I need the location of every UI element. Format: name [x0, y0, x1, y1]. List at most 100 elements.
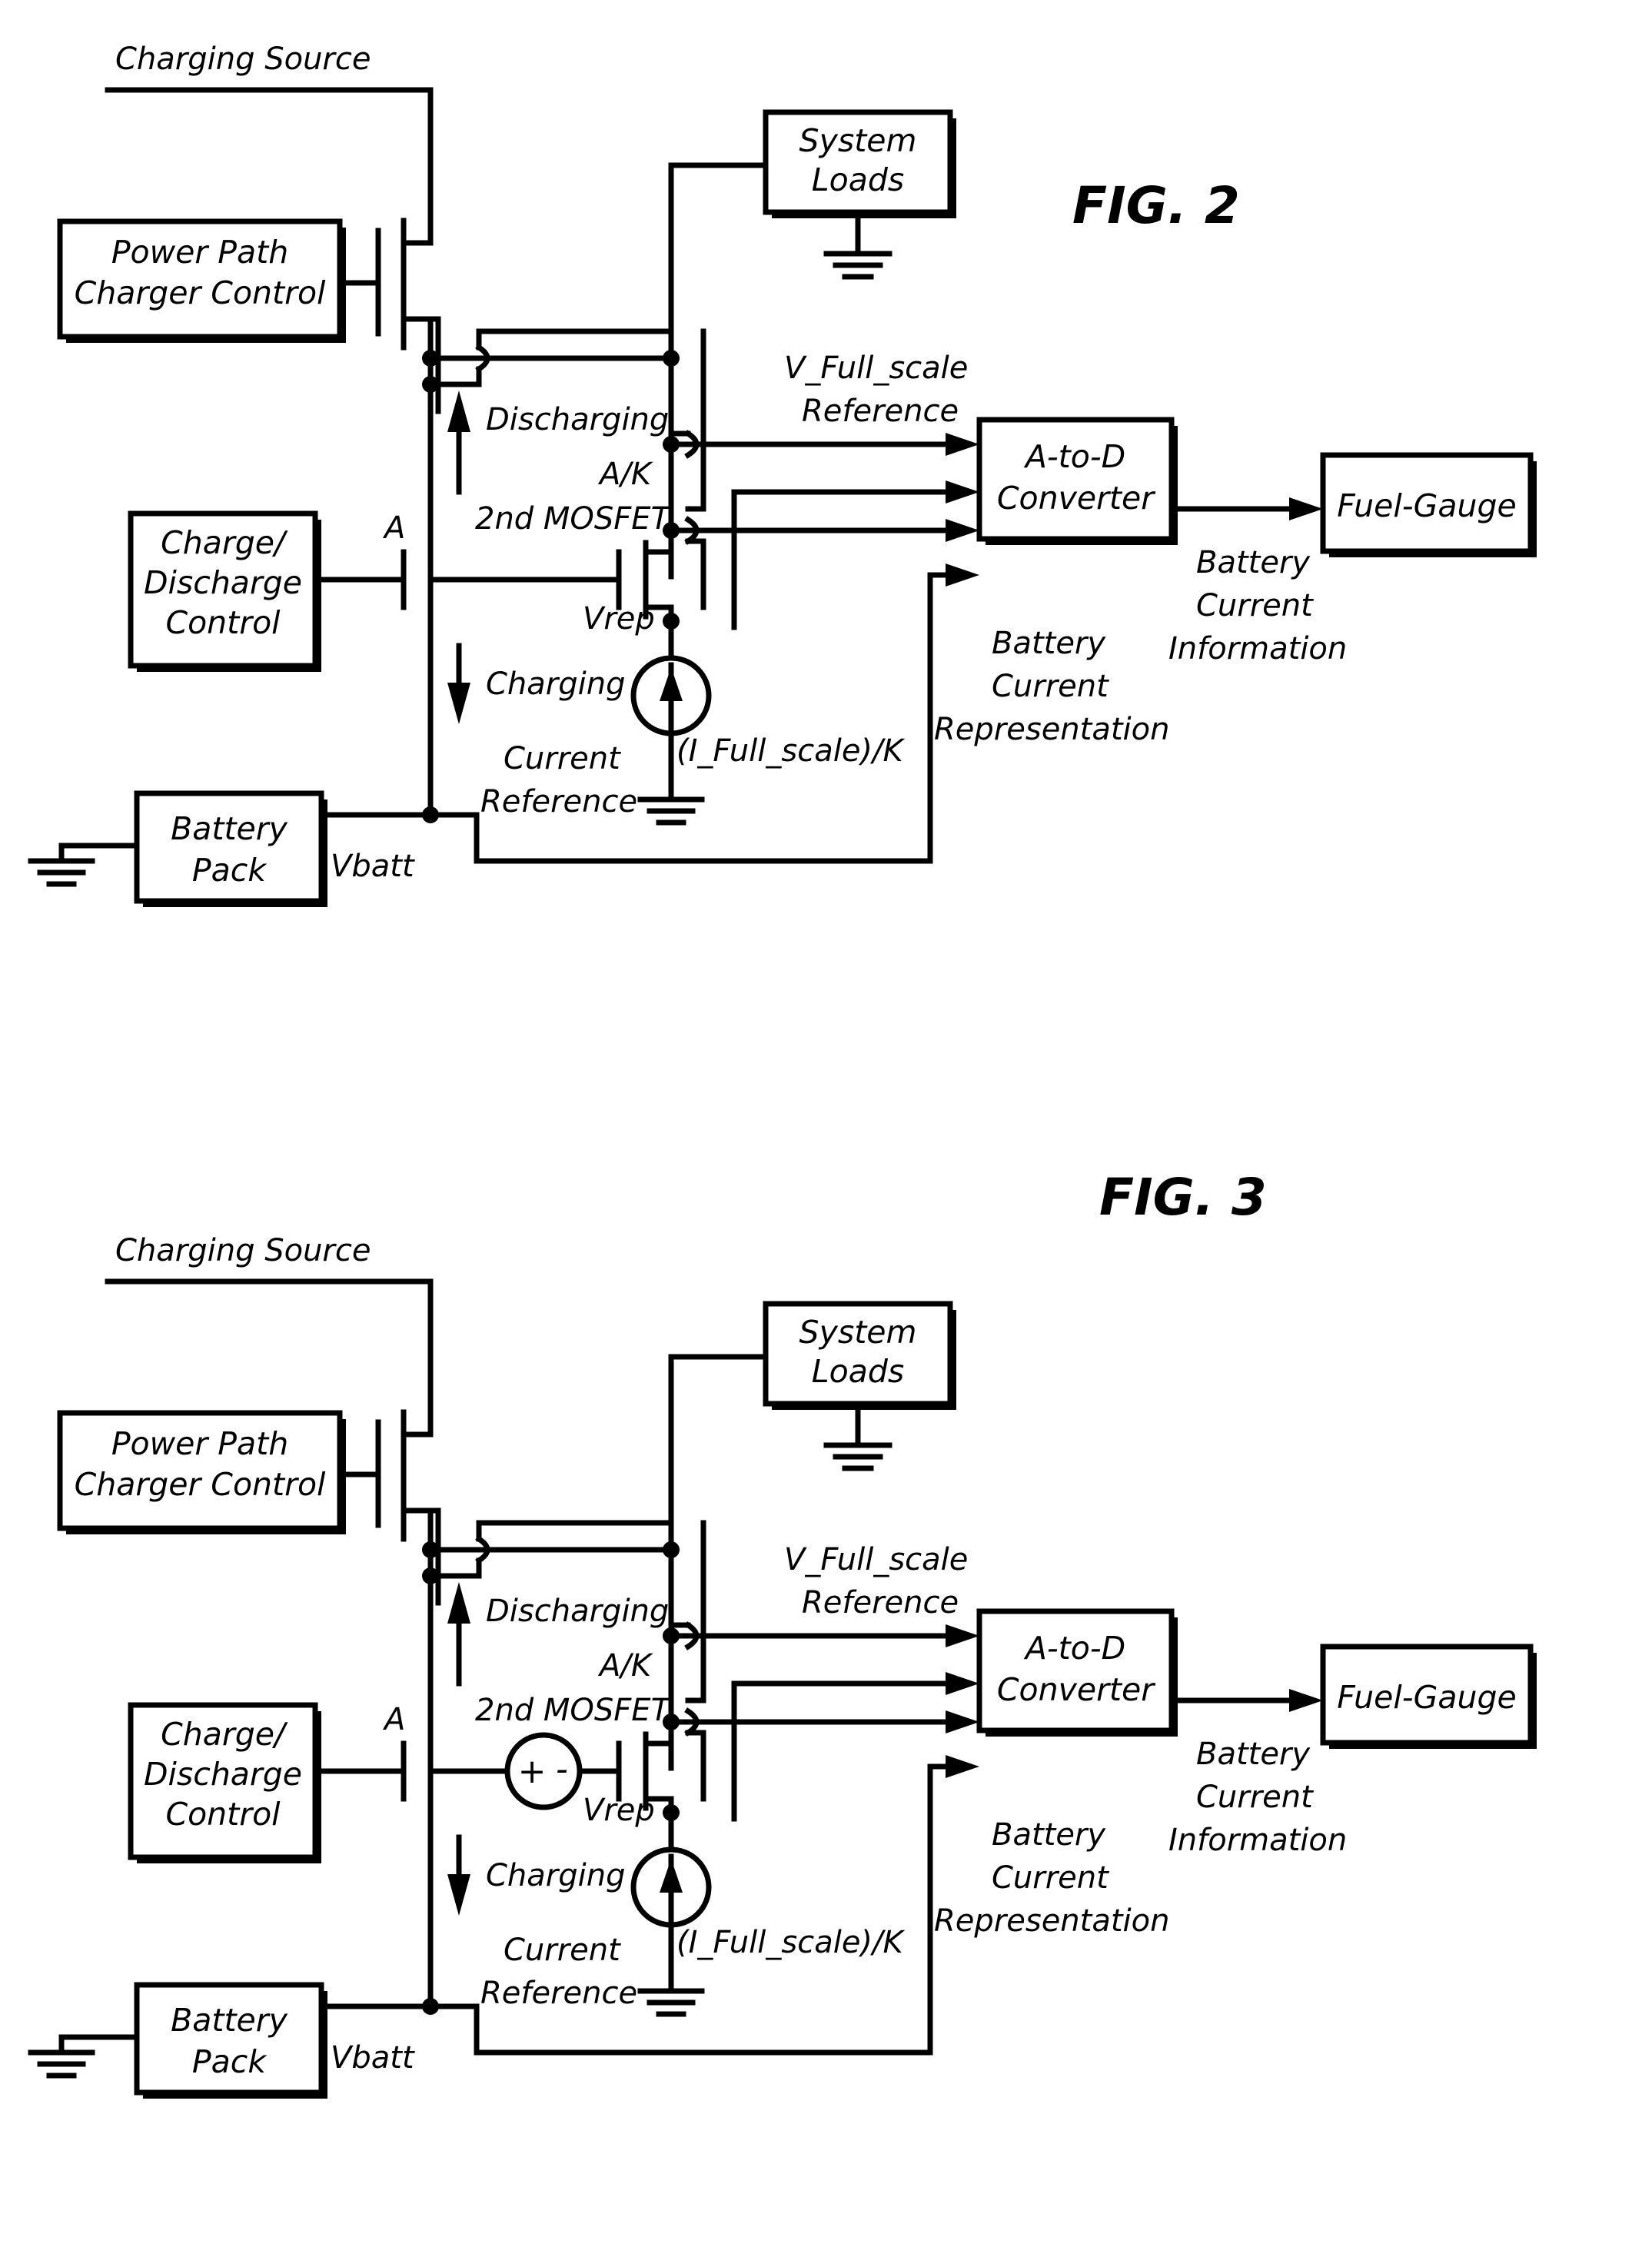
- battery-current-rep-line2: Current: [992, 669, 1109, 704]
- v-full-scale-line2-3: Reference: [802, 1585, 959, 1620]
- battery-pack-line2: Pack: [192, 852, 268, 889]
- fuel-gauge-label: Fuel-Gauge: [1337, 487, 1516, 524]
- figure-3-caption: FIG. 3: [1099, 1168, 1267, 1227]
- v-full-scale-line1-3: V_Full_scale: [784, 1542, 968, 1577]
- figure-2-schematic: Charging Source Power Path Charger Contr…: [28, 42, 1537, 907]
- charge-discharge-line1-3: Charge/: [161, 1716, 288, 1753]
- discharging-current-arrow-icon-3: [447, 1582, 470, 1687]
- node-a-label-3: A: [382, 1702, 405, 1737]
- battery-current-info-line2-3: Current: [1196, 1780, 1314, 1815]
- battery-pack-line1-3: Battery: [171, 2002, 288, 2039]
- current-reference-line1-3: Current: [504, 1933, 621, 1968]
- charge-discharge-line1: Charge/: [161, 524, 288, 561]
- charge-discharge-mosfet-symbol: [312, 540, 622, 620]
- charge-discharge-line2: Discharge: [144, 564, 302, 601]
- system-loads-line2-3: Loads: [812, 1353, 904, 1390]
- charge-discharge-line3-3: Control: [165, 1796, 281, 1833]
- battery-current-info-line1: Battery: [1196, 545, 1311, 580]
- charge-discharge-control-box: Charge/ Discharge Control: [128, 510, 321, 672]
- adc-to-fuel-gauge-wire-3: [1168, 1689, 1323, 1712]
- charge-discharge-line2-3: Discharge: [144, 1756, 302, 1793]
- power-path-charger-control-box-3: Power Path Charger Control: [57, 1410, 346, 1534]
- power-path-line1-3: Power Path: [111, 1425, 288, 1462]
- vbatt-label: Vbatt: [331, 849, 415, 884]
- charging-current-arrow-icon: [447, 643, 470, 724]
- battery-pack-box-3: Battery Pack: [134, 1982, 327, 2099]
- i-full-scale-k-label: (I_Full_scale)/K: [676, 733, 906, 769]
- system-loads-line1: System: [799, 122, 917, 159]
- voltage-source-plus: +: [518, 1752, 547, 1791]
- second-mosfet-label-3: 2nd MOSFET: [475, 1693, 673, 1728]
- upper-body-diode-hop-3: [422, 1520, 680, 1584]
- system-loads-ground-icon: [823, 209, 892, 280]
- adc-input-wire-2-3: [731, 1672, 979, 1822]
- adc-input-wire-3-3: [946, 1710, 979, 1733]
- adc-input-wire-3: [946, 519, 979, 542]
- charging-label-3: Charging: [486, 1858, 625, 1893]
- figure-3-panel: FIG. 3 Charging Source Power Path Charge…: [0, 1119, 1652, 2247]
- power-path-line2-3: Charger Control: [75, 1466, 326, 1503]
- battery-current-rep-line3: Representation: [934, 712, 1169, 747]
- v-full-scale-line1: V_Full_scale: [784, 351, 968, 386]
- battery-current-info-line3: Information: [1168, 631, 1347, 666]
- figure-2-caption: FIG. 2: [1072, 176, 1240, 235]
- adc-line2: Converter: [997, 480, 1155, 517]
- node-a-bottom-dot-3: [422, 1998, 439, 2015]
- discharging-current-arrow-icon: [447, 391, 470, 495]
- adc-input-wire-1: [663, 433, 979, 456]
- upper-body-diode-hop: [422, 328, 680, 393]
- battery-pack-line1: Battery: [171, 810, 288, 847]
- battery-current-rep-line1-3: Battery: [992, 1817, 1106, 1853]
- adc-input-wire-2: [731, 480, 979, 630]
- power-path-line1: Power Path: [111, 234, 288, 271]
- system-loads-box: System Loads: [763, 109, 956, 218]
- charge-discharge-line3: Control: [165, 604, 281, 641]
- adc-box-3: A-to-D Converter: [976, 1608, 1178, 1737]
- adc-input-wire-1-3: [663, 1621, 979, 1650]
- second-mosfet-label: 2nd MOSFET: [475, 501, 673, 537]
- vrep-label: Vrep: [583, 601, 655, 637]
- adc-line2-3: Converter: [997, 1671, 1155, 1708]
- charge-discharge-control-box-3: Charge/ Discharge Control: [128, 1702, 321, 1863]
- v-full-scale-line2: Reference: [802, 394, 959, 429]
- adc-to-fuel-gauge-wire: [1168, 497, 1323, 520]
- i-full-scale-k-label-3: (I_Full_scale)/K: [676, 1925, 906, 1960]
- battery-pack-line2-3: Pack: [192, 2043, 268, 2080]
- battery-current-info-line3-3: Information: [1168, 1823, 1347, 1858]
- fuel-gauge-label-3: Fuel-Gauge: [1337, 1679, 1516, 1716]
- charge-discharge-mosfet-symbol-3: [312, 1731, 510, 1811]
- node-a-bottom-dot: [422, 806, 439, 823]
- charging-label: Charging: [486, 666, 625, 702]
- system-loads-line1-3: System: [799, 1314, 917, 1351]
- battery-pack-ground-icon: [28, 843, 140, 887]
- adc-line1: A-to-D: [1023, 438, 1125, 475]
- battery-current-rep-line1: Battery: [992, 626, 1106, 661]
- discharging-label: Discharging: [486, 402, 669, 437]
- power-path-line2: Charger Control: [75, 274, 326, 311]
- battery-current-info-line2: Current: [1196, 588, 1314, 623]
- discharging-label-3: Discharging: [486, 1594, 669, 1629]
- system-loads-line2: Loads: [812, 161, 904, 198]
- vrep-label-3: Vrep: [583, 1793, 655, 1828]
- adc-line1-3: A-to-D: [1023, 1630, 1125, 1667]
- current-source-symbol: [630, 655, 712, 736]
- current-reference-line1: Current: [504, 741, 621, 776]
- adc-box: A-to-D Converter: [976, 417, 1178, 545]
- figure-2-panel: Charging Source Power Path Charger Contr…: [0, 0, 1652, 1076]
- fuel-gauge-box: Fuel-Gauge: [1320, 452, 1537, 557]
- power-path-charger-control-box: Power Path Charger Control: [57, 218, 346, 343]
- current-reference-line2-3: Reference: [480, 1976, 637, 2011]
- figure-3-schematic: FIG. 3 Charging Source Power Path Charge…: [28, 1168, 1537, 2099]
- battery-current-rep-line2-3: Current: [992, 1860, 1109, 1896]
- fuel-gauge-box-3: Fuel-Gauge: [1320, 1644, 1537, 1749]
- ak-label: A/K: [597, 457, 653, 492]
- battery-pack-box: Battery Pack: [134, 790, 327, 907]
- charging-source-label-3: Charging Source: [115, 1233, 371, 1268]
- current-reference-line2: Reference: [480, 784, 637, 819]
- vbatt-label-3: Vbatt: [331, 2040, 415, 2076]
- system-loads-ground-icon-3: [823, 1401, 892, 1471]
- system-loads-box-3: System Loads: [763, 1301, 956, 1410]
- charging-source-label: Charging Source: [115, 42, 371, 77]
- battery-pack-ground-icon-3: [28, 2034, 140, 2079]
- charging-current-arrow-icon-3: [447, 1834, 470, 1916]
